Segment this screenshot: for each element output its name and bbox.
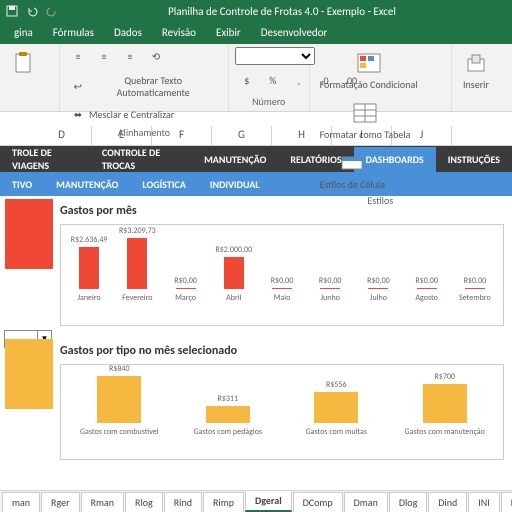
chart-bar: R$2.000,00Abril (210, 245, 258, 303)
sheet-tab[interactable]: man (2, 492, 40, 512)
nav-primary-item[interactable]: MANUTENÇÃO (192, 147, 278, 172)
group-label: Estilos (316, 193, 445, 207)
quick-access-toolbar (6, 5, 58, 17)
type-chart: R$840Gastos com combustível R$311Gastos c… (60, 364, 504, 460)
chart-bar: R$0,00Agosto (403, 276, 451, 303)
wrap-text-button[interactable]: ↩Quebrar Texto Automaticamente (66, 73, 222, 101)
ribbon-tab[interactable]: Fórmulas (43, 22, 104, 44)
sheet-tab[interactable]: Rimp (203, 492, 244, 512)
ribbon-tab[interactable]: Desenvolvedor (251, 22, 338, 44)
sheet-tab[interactable]: Rlog (125, 492, 163, 512)
align-mid-icon[interactable]: ≡ (92, 47, 116, 69)
titlebar: Planilha de Controle de Frotas 4.0 - Exe… (0, 0, 512, 22)
nav-secondary-item[interactable]: LOGÍSTICA (130, 173, 197, 196)
insert-button[interactable]: Inserir (458, 47, 494, 93)
sheet-tab[interactable]: Dlog (389, 492, 427, 512)
ribbon-tabs: gina Fórmulas Dados Revisão Exibir Desen… (0, 22, 512, 44)
sheet-tab[interactable]: Rind (164, 492, 202, 512)
chart-bar: R$311Gastos com pedágios (204, 394, 252, 437)
sheet-tab[interactable]: Rman (81, 492, 124, 512)
window-title: Planilha de Controle de Frotas 4.0 - Exe… (58, 5, 506, 18)
cond-format-button[interactable]: Formatação Condicional (316, 47, 422, 93)
sheet-tab[interactable]: Dman (344, 492, 388, 512)
ribbon: ≡ ≡ ≡ ⟲ ↩Quebrar Texto Automaticamente ⬌… (0, 44, 512, 112)
cell-styles-button[interactable]: Estilos de Célula (316, 147, 389, 193)
chart-bar: R$3.209,73Fevereiro (113, 226, 161, 303)
dashboard-content: Gastos por mês R$2.636,49JaneiroR$3.209,… (0, 196, 512, 486)
ribbon-tab[interactable]: Exibir (206, 22, 251, 44)
chart-bar: R$700Gastos com manutenção (421, 372, 469, 437)
chart-bar: R$2.636,49Janeiro (65, 235, 113, 303)
monthly-chart: R$2.636,49JaneiroR$3.209,73FevereiroR$0,… (60, 224, 504, 326)
kpi-yellow-tile (5, 339, 53, 409)
group-label: Alinhamento (66, 125, 222, 139)
format-table-button[interactable]: Formatar como Tabela (316, 97, 415, 143)
nav-secondary-item[interactable]: TIVO (0, 173, 44, 196)
number-format-select[interactable] (235, 47, 315, 65)
redo-icon[interactable] (46, 5, 58, 17)
group-label: Número (235, 94, 303, 108)
comma-icon[interactable]: , (287, 71, 311, 93)
currency-icon[interactable]: $ (235, 71, 259, 93)
chart-bar: R$556Gastos com multas (312, 380, 360, 437)
orientation-icon[interactable]: ⟲ (144, 47, 168, 69)
nav-secondary-item[interactable]: MANUTENÇÃO (44, 173, 130, 196)
merge-center-button[interactable]: ⬌Mesclar e Centralizar (66, 105, 222, 125)
chart-bar: R$0,00Julho (354, 276, 402, 303)
group-label (6, 107, 53, 108)
align-bot-icon[interactable]: ≡ (118, 47, 142, 69)
paste-button[interactable] (6, 47, 42, 81)
undo-icon[interactable] (26, 5, 38, 17)
sheet-tab[interactable]: DUV (501, 492, 512, 512)
chart-bar: R$840Gastos com combustível (95, 364, 143, 437)
section-title: Gastos por tipo no mês selecionado (60, 344, 512, 358)
save-icon[interactable] (6, 5, 18, 17)
chart-bar: R$0,00Março (162, 276, 210, 303)
kpi-red-tile (5, 199, 53, 269)
percent-icon[interactable]: % (261, 71, 285, 93)
ribbon-tab[interactable]: Dados (104, 22, 152, 44)
sheet-tabs: manRgerRmanRlogRindRimpDgeralDCompDmanDl… (0, 490, 512, 512)
sheet-tab[interactable]: INI (468, 492, 500, 512)
sheet-tab[interactable]: DComp (293, 492, 343, 512)
ribbon-tab[interactable]: Revisão (152, 22, 206, 44)
sheet-tab[interactable]: Dgeral (245, 490, 292, 512)
nav-primary-item[interactable]: INSTRUÇÕES (436, 147, 512, 172)
chart-bar: R$0,00Maio (258, 276, 306, 303)
ribbon-tab[interactable]: gina (4, 22, 43, 44)
sheet-tab[interactable]: Dind (428, 492, 467, 512)
nav-secondary-item[interactable]: INDIVIDUAL (198, 173, 272, 196)
chart-bar: R$0,00Setembro (451, 276, 499, 303)
align-top-icon[interactable]: ≡ (66, 47, 90, 69)
sheet-tab[interactable]: Rger (41, 492, 80, 512)
chart-bar: R$0,00Junho (306, 276, 354, 303)
